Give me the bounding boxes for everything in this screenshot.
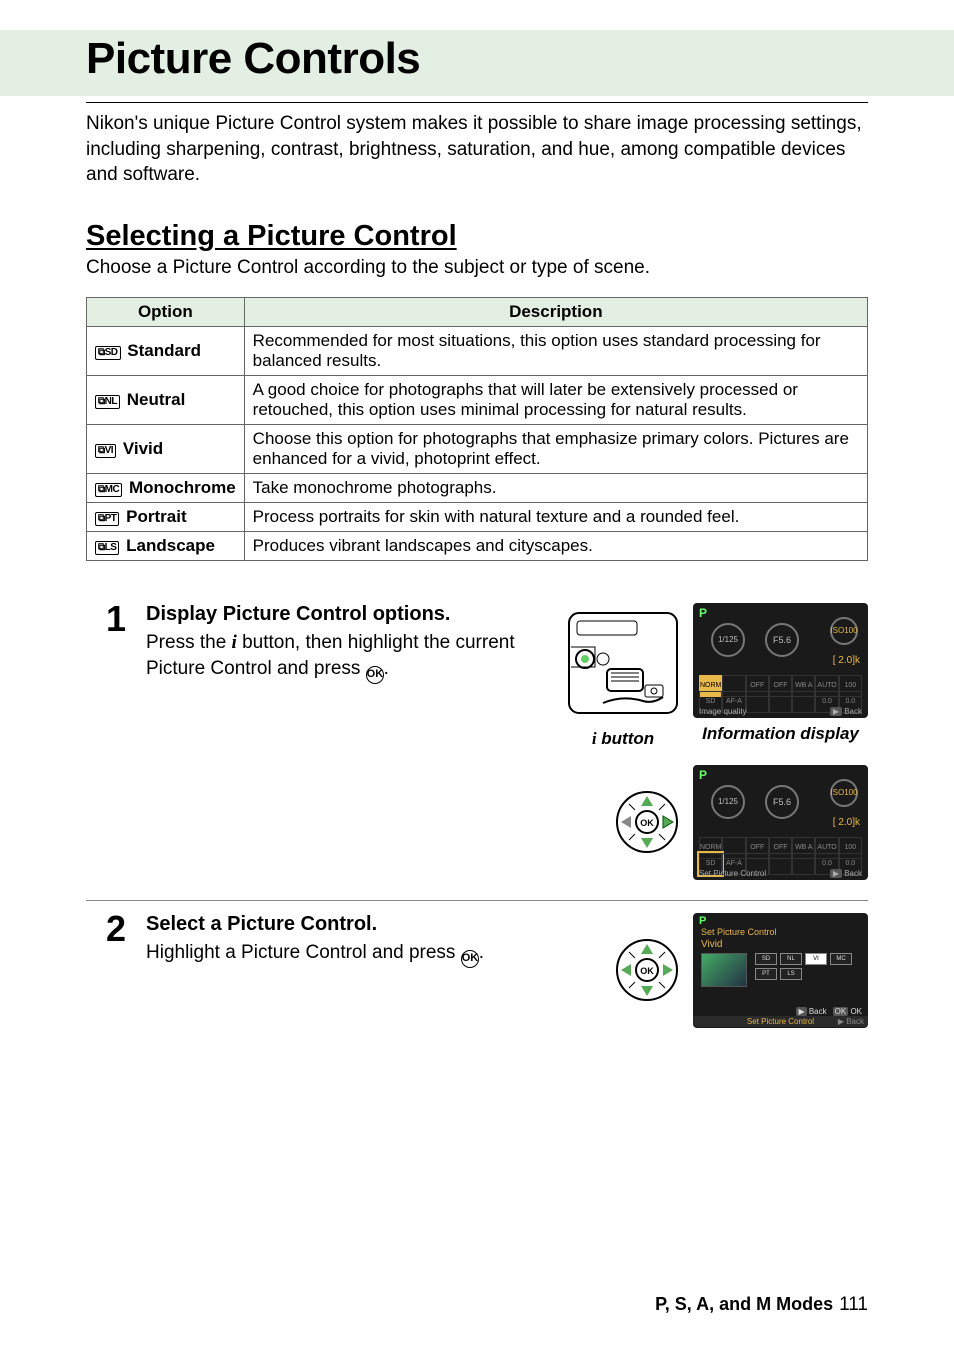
option-desc: Recommended for most situations, this op… [244,326,867,375]
step-2: 2 Select a Picture Control. Highlight a … [86,900,868,1048]
title-rule [86,102,868,103]
step-title: Display Picture Control options. [146,603,547,626]
svg-text:OK: OK [640,818,654,828]
frames-remaining: [ 2.0]k [833,655,860,666]
option-name: Monochrome [129,478,236,497]
multi-selector-icon: OK [615,790,679,854]
th-description: Description [244,297,867,326]
set-picture-control-display: P Set Picture Control Vivid SD NL VI MC … [693,913,868,1028]
page-title: Picture Controls [86,34,868,84]
figure-caption-info-display: Information display [702,724,859,744]
option-name: Landscape [126,536,215,555]
title-banner: Picture Controls [0,30,954,96]
step-figures: i button P 1/125 F5.6 ISO100 [ 2.0]k NOR… [567,603,868,880]
option-desc: Take monochrome photographs. [244,473,867,502]
footer-section: P, S, A, and M Modes [655,1294,833,1314]
section-intro: Choose a Picture Control according to th… [86,257,868,279]
lcd-selected-name: Vivid [701,939,723,950]
ok-button-glyph: OK [366,666,384,684]
step-body: Press the i button, then highlight the c… [146,630,547,684]
option-name: Neutral [127,390,186,409]
info-display-1: P 1/125 F5.6 ISO100 [ 2.0]k NORMOFFOFFWB… [693,603,868,718]
table-row: ⧉PT Portrait Process portraits for skin … [87,502,868,531]
pc-chip-grid: SD NL VI MC PT LS [755,953,859,980]
manual-page: Picture Controls Nikon's unique Picture … [0,0,954,1352]
lcd-title: Set Picture Control [701,927,777,937]
table-row: ⧉LS Landscape Produces vibrant landscape… [87,531,868,560]
option-name: Vivid [123,439,163,458]
table-row: ⧉MC Monochrome Take monochrome photograp… [87,473,868,502]
pc-icon: ⧉PT [95,512,119,526]
option-name: Portrait [126,507,186,526]
pc-icon: ⧉SD [95,346,121,360]
pc-icon: ⧉NL [95,395,120,409]
camera-back-illustration [567,603,679,723]
page-footer: P, S, A, and M Modes 111 [655,1294,868,1316]
mode-indicator: P [699,606,707,620]
steps-list: 1 Display Picture Control options. Press… [86,591,868,1048]
table-row: ⧉VI Vivid Choose this option for photogr… [87,424,868,473]
section-heading: Selecting a Picture Control [86,220,868,253]
figure-caption-i-button: i button [592,729,654,749]
option-desc: Choose this option for photographs that … [244,424,867,473]
pc-icon: ⧉VI [95,444,116,458]
option-desc: A good choice for photographs that will … [244,375,867,424]
step-1: 1 Display Picture Control options. Press… [86,591,868,900]
th-option: Option [87,297,245,326]
svg-text:OK: OK [640,966,654,976]
table-row: ⧉SD Standard Recommended for most situat… [87,326,868,375]
pc-icon: ⧉LS [95,541,119,555]
option-name: Standard [127,341,201,360]
multi-selector-icon: OK [615,938,679,1002]
pc-icon: ⧉MC [95,483,122,497]
option-desc: Process portraits for skin with natural … [244,502,867,531]
footer-page-number: 111 [839,1294,868,1315]
option-desc: Produces vibrant landscapes and cityscap… [244,531,867,560]
ok-button-glyph: OK [461,950,479,968]
intro-paragraph: Nikon's unique Picture Control system ma… [86,111,868,188]
preview-thumbnail [701,953,747,987]
picture-control-table: Option Description ⧉SD Standard Recommen… [86,297,868,561]
step-number: 1 [96,601,126,880]
table-row: ⧉NL Neutral A good choice for photograph… [87,375,868,424]
step-number: 2 [96,911,126,1028]
step-body: Highlight a Picture Control and press OK… [146,940,595,968]
step-title: Select a Picture Control. [146,913,595,936]
info-display-2: P 1/125 F5.6 ISO100 [ 2.0]k NORMOFFOFFWB… [693,765,868,880]
